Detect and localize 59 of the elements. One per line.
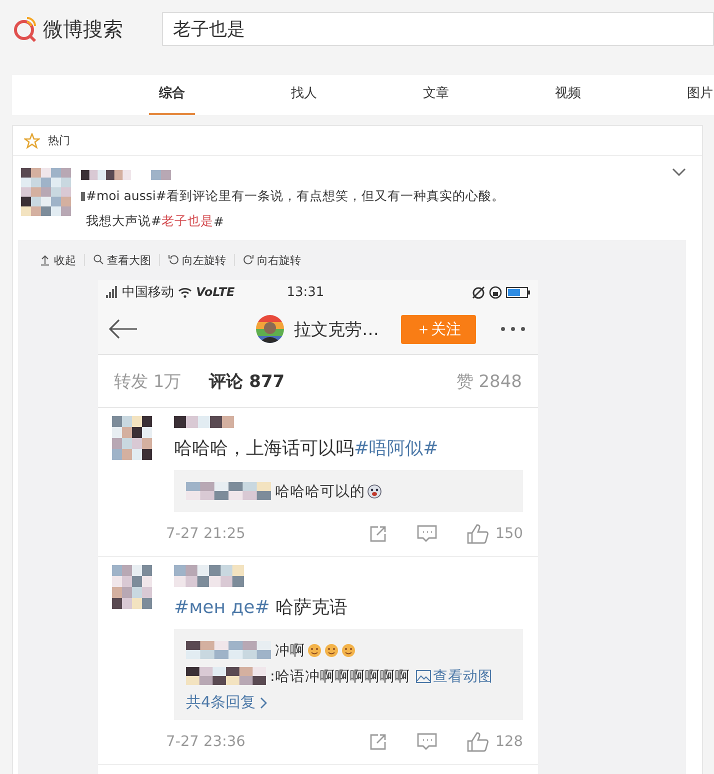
- chevron-right-icon: [260, 696, 268, 708]
- like-count: 150: [495, 526, 523, 542]
- comment-text: #мен де# 哈萨克语: [174, 596, 349, 619]
- search-field[interactable]: 老子也是: [162, 12, 714, 46]
- view-gif-link[interactable]: 查看动图: [416, 666, 493, 686]
- reply-text: 冲啊: [275, 642, 305, 660]
- more-icon[interactable]: [500, 326, 526, 332]
- battery-icon: [506, 286, 530, 298]
- comment-time: 7-27 21:25: [166, 526, 246, 542]
- image-tool[interactable]: 收起: [32, 254, 85, 266]
- thumbs-up-icon[interactable]: [467, 732, 490, 752]
- image-tool[interactable]: 查看大图: [85, 254, 160, 266]
- post-text: #moi aussi#看到评论里有一条说，有点想笑，但又有一种真实的心酸。: [81, 188, 702, 205]
- profile-name: 拉文克劳…: [294, 318, 379, 340]
- emoji-icon: [324, 642, 339, 658]
- avatar-icon: [256, 315, 284, 343]
- rotate-left-icon: [168, 254, 179, 266]
- reply-text: :哈语冲啊啊啊啊啊啊: [270, 668, 410, 686]
- signal-icon: [106, 286, 120, 298]
- more-replies-link[interactable]: 共4条回复: [186, 693, 268, 712]
- carrier-text: 中国移动: [122, 284, 174, 301]
- share-icon: [369, 733, 388, 751]
- comment-text: 哈哈哈，上海话可以吗#唔阿似#: [174, 437, 440, 460]
- emoji-icon: [341, 642, 356, 658]
- share-button[interactable]: [369, 525, 388, 543]
- share-button[interactable]: [369, 733, 388, 751]
- image-icon: [416, 670, 431, 682]
- speech-bubble-icon: [417, 733, 438, 751]
- comment-button[interactable]: [417, 525, 438, 543]
- stat-tab[interactable]: 评论 877: [209, 370, 285, 392]
- speech-bubble-icon: [417, 525, 438, 543]
- post-text: 我想大声说#老子也是#: [86, 213, 225, 230]
- emoji-icon: [307, 642, 322, 658]
- network-text: VoLTE: [196, 285, 235, 299]
- wifi-icon: [178, 286, 192, 298]
- like-count: 128: [495, 734, 523, 750]
- chevron-down-icon[interactable]: [672, 168, 686, 176]
- lock-icon: [489, 286, 502, 298]
- emoji-icon: [367, 484, 382, 498]
- logo-text: 微博搜索: [43, 16, 123, 42]
- tab[interactable]: 文章: [413, 75, 545, 115]
- tab[interactable]: 图片: [677, 75, 714, 115]
- comment-button[interactable]: [417, 733, 438, 751]
- search-icon: [93, 254, 104, 266]
- share-icon: [369, 525, 388, 543]
- tab[interactable]: 综合: [149, 75, 281, 115]
- section-title: 热门: [48, 133, 70, 148]
- back-arrow-icon[interactable]: [108, 319, 138, 339]
- tab[interactable]: 视频: [545, 75, 677, 115]
- reply-text: 哈哈哈可以的: [275, 482, 365, 500]
- image-tool[interactable]: 向左旋转: [160, 254, 235, 266]
- collapse-icon: [40, 254, 51, 266]
- thumbs-up-icon[interactable]: [467, 524, 490, 544]
- status-time: 13:31: [286, 284, 324, 300]
- image-tool[interactable]: 向右旋转: [235, 254, 309, 266]
- rotate-right-icon: [243, 254, 254, 266]
- tab[interactable]: 找人: [281, 75, 413, 115]
- star-icon: [24, 132, 40, 148]
- comment-time: 7-27 23:36: [166, 734, 246, 750]
